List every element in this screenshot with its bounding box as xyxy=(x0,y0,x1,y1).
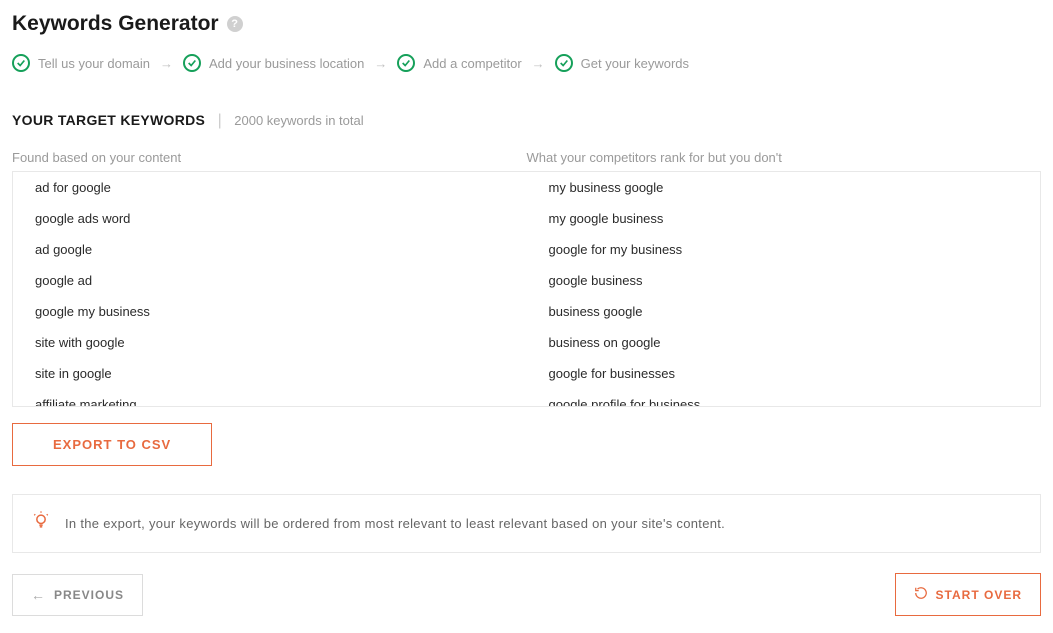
step-competitor: Add a competitor xyxy=(397,54,521,72)
previous-label: PREVIOUS xyxy=(54,588,124,602)
step-location: Add your business location xyxy=(183,54,364,72)
check-icon xyxy=(555,54,573,72)
column-label-right: What your competitors rank for but you d… xyxy=(527,150,1042,165)
footer-row: ← PREVIOUS START OVER xyxy=(12,573,1041,616)
keywords-table[interactable]: ad for google google ads word ad google … xyxy=(12,171,1041,407)
column-labels-row: Found based on your content What your co… xyxy=(12,150,1041,165)
steps-row: Tell us your domain → Add your business … xyxy=(12,54,1041,72)
arrow-left-icon: ← xyxy=(31,587,46,603)
keyword-cell: google business xyxy=(527,265,1041,296)
export-csv-button[interactable]: EXPORT TO CSV xyxy=(12,423,212,466)
keyword-cell: ad for google xyxy=(13,172,527,203)
keyword-cell: ad google xyxy=(13,234,527,265)
keyword-cell: google ads word xyxy=(13,203,527,234)
keyword-cell: business on google xyxy=(527,327,1041,358)
tip-box: In the export, your keywords will be ord… xyxy=(12,494,1041,553)
keyword-cell: site in google xyxy=(13,358,527,389)
section-summary: 2000 keywords in total xyxy=(234,113,363,128)
section-separator: | xyxy=(218,112,222,129)
previous-button[interactable]: ← PREVIOUS xyxy=(12,574,143,616)
keywords-column-left: ad for google google ads word ad google … xyxy=(13,172,527,407)
section-header-row: YOUR TARGET KEYWORDS | 2000 keywords in … xyxy=(12,112,1041,130)
arrow-right-icon: → xyxy=(374,56,387,71)
page-title: Keywords Generator ? xyxy=(12,12,1041,36)
keyword-cell: google for businesses xyxy=(527,358,1041,389)
column-label-left: Found based on your content xyxy=(12,150,527,165)
restart-icon xyxy=(914,586,928,603)
help-icon[interactable]: ? xyxy=(227,16,243,32)
step-label: Add your business location xyxy=(209,56,364,71)
step-label: Get your keywords xyxy=(581,56,689,71)
keywords-column-right: my business google my google business go… xyxy=(527,172,1041,407)
keyword-cell: google ad xyxy=(13,265,527,296)
keyword-cell: my business google xyxy=(527,172,1041,203)
step-label: Tell us your domain xyxy=(38,56,150,71)
arrow-right-icon: → xyxy=(532,56,545,71)
keyword-cell: google my business xyxy=(13,296,527,327)
step-keywords: Get your keywords xyxy=(555,54,689,72)
step-domain: Tell us your domain xyxy=(12,54,150,72)
section-heading: YOUR TARGET KEYWORDS xyxy=(12,112,205,128)
start-over-label: START OVER xyxy=(936,588,1022,602)
check-icon xyxy=(183,54,201,72)
keyword-cell: google for my business xyxy=(527,234,1041,265)
keyword-cell: business google xyxy=(527,296,1041,327)
page-title-text: Keywords Generator xyxy=(12,12,219,36)
check-icon xyxy=(12,54,30,72)
keyword-cell: affiliate marketing xyxy=(13,389,527,407)
lightbulb-icon xyxy=(31,511,51,536)
step-label: Add a competitor xyxy=(423,56,521,71)
check-icon xyxy=(397,54,415,72)
arrow-right-icon: → xyxy=(160,56,173,71)
keyword-cell: site with google xyxy=(13,327,527,358)
keyword-cell: my google business xyxy=(527,203,1041,234)
start-over-button[interactable]: START OVER xyxy=(895,573,1041,616)
keyword-cell: google profile for business xyxy=(527,389,1041,407)
tip-text: In the export, your keywords will be ord… xyxy=(65,516,725,531)
